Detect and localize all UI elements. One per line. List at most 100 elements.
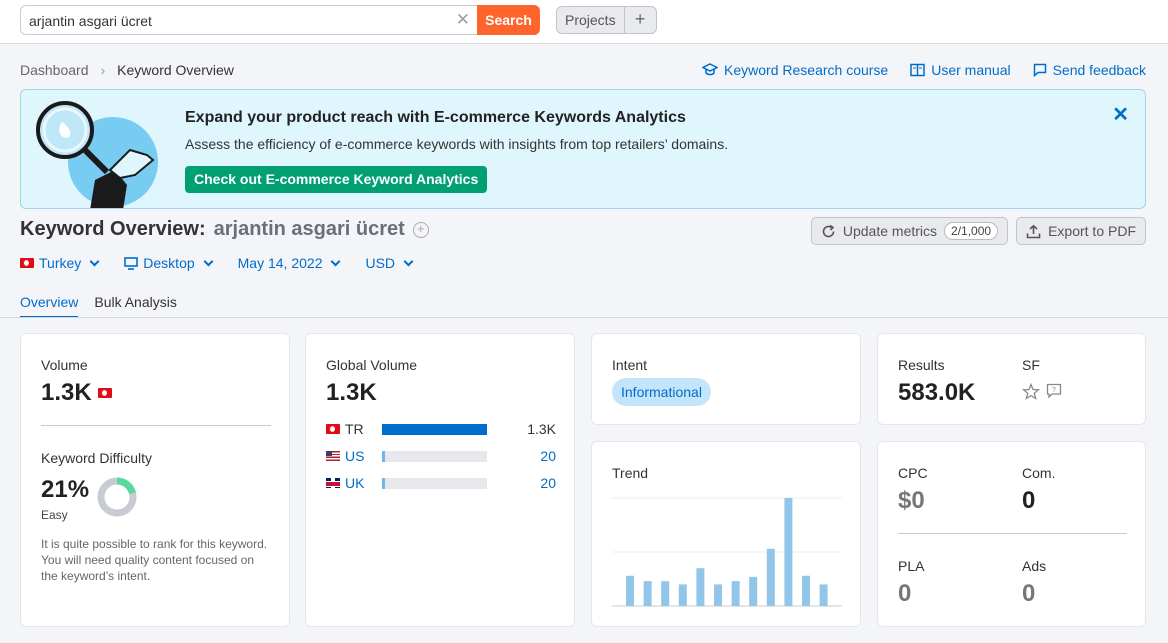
country-volume: 1.3K xyxy=(527,421,556,437)
intent-card: Intent Informational xyxy=(591,333,861,425)
ecommerce-cta-button[interactable]: Check out E-commerce Keyword Analytics xyxy=(185,166,488,193)
page-actions: Update metrics 2/1,000 Export to PDF xyxy=(810,217,1146,245)
add-circle-icon[interactable]: + xyxy=(412,221,429,238)
trend-bar[interactable] xyxy=(749,576,758,606)
date-select[interactable]: May 14, 2022 xyxy=(237,255,341,271)
breadcrumb: Dashboard › Keyword Overview xyxy=(20,62,234,78)
trend-bar[interactable] xyxy=(819,584,828,606)
tabs: Overview Bulk Analysis xyxy=(20,294,177,318)
help-links: Keyword Research course User manual Send… xyxy=(702,62,1146,78)
global-volume-row[interactable]: US 20 xyxy=(326,448,556,464)
uk-flag-icon xyxy=(326,478,340,488)
turkey-flag-icon xyxy=(20,258,34,268)
page-title-label: Keyword Overview: xyxy=(20,218,206,240)
search-input[interactable] xyxy=(29,12,449,30)
country-volume[interactable]: 20 xyxy=(540,448,556,464)
trend-bar[interactable] xyxy=(731,581,740,606)
sf-label: SF xyxy=(1022,357,1040,373)
global-volume-label: Global Volume xyxy=(326,357,418,373)
metrics-counter: 2/1,000 xyxy=(944,222,999,240)
update-metrics-button[interactable]: Update metrics 2/1,000 xyxy=(810,217,1009,245)
country-value: Turkey xyxy=(39,255,82,271)
chevron-right-icon: › xyxy=(100,62,106,78)
export-pdf-button[interactable]: Export to PDF xyxy=(1016,217,1146,245)
trend-bar[interactable] xyxy=(766,548,775,606)
cpc-label: CPC xyxy=(898,465,928,481)
device-select[interactable]: Desktop xyxy=(124,255,214,271)
global-volume-row[interactable]: UK 20 xyxy=(326,475,556,491)
cpc-value: $0 xyxy=(898,487,925,514)
search-button[interactable]: Search xyxy=(477,5,540,35)
date-value: May 14, 2022 xyxy=(237,255,323,271)
chevron-down-icon xyxy=(203,256,214,266)
divider xyxy=(41,425,271,426)
com-label: Com. xyxy=(1022,465,1056,481)
volume-bar xyxy=(382,451,487,462)
trend-bar[interactable] xyxy=(696,568,705,606)
divider xyxy=(898,533,1127,534)
com-value: 0 xyxy=(1022,487,1036,514)
ads-value: 0 xyxy=(1022,580,1036,607)
trend-bar[interactable] xyxy=(626,575,634,606)
tab-bulk-analysis[interactable]: Bulk Analysis xyxy=(94,294,176,318)
chevron-down-icon xyxy=(89,256,100,266)
volume-value: 1.3K xyxy=(41,379,92,406)
device-value: Desktop xyxy=(143,255,195,271)
user-manual-link[interactable]: User manual xyxy=(910,62,1011,78)
clear-icon[interactable]: ✕ xyxy=(456,10,470,30)
trend-bar[interactable] xyxy=(643,581,652,606)
currency-value: USD xyxy=(365,255,396,271)
volume-bar xyxy=(382,478,487,489)
cpc-card: CPC $0 Com. 0 PLA 0 Ads 0 xyxy=(877,441,1146,627)
keyword-course-link[interactable]: Keyword Research course xyxy=(702,62,888,78)
us-flag-icon xyxy=(326,451,340,461)
close-icon[interactable]: ✕ xyxy=(1112,102,1129,127)
trend-bar[interactable] xyxy=(802,575,810,606)
global-volume-row: TR 1.3K xyxy=(326,421,556,437)
country-code: US xyxy=(345,448,365,464)
send-feedback-label: Send feedback xyxy=(1052,62,1146,78)
add-project-button[interactable]: + xyxy=(623,7,656,33)
global-volume-value: 1.3K xyxy=(326,379,377,406)
feedback-icon xyxy=(1033,63,1046,77)
banner-text: Assess the efficiency of e-commerce keyw… xyxy=(185,136,729,152)
projects-button[interactable]: Projects xyxy=(557,7,624,33)
trend-chart xyxy=(612,497,842,607)
trend-bar[interactable] xyxy=(661,581,670,606)
country-volume[interactable]: 20 xyxy=(540,475,556,491)
top-bar: ✕ Search Projects + xyxy=(0,0,1168,44)
export-pdf-label: Export to PDF xyxy=(1048,223,1136,239)
country-select[interactable]: Turkey xyxy=(20,255,100,271)
trend-bar[interactable] xyxy=(678,584,687,606)
tabs-divider xyxy=(0,317,1168,318)
kd-label: Keyword Difficulty xyxy=(41,450,153,466)
tab-overview[interactable]: Overview xyxy=(20,294,79,318)
trend-card: Trend xyxy=(591,441,861,627)
intent-badge: Informational xyxy=(612,378,711,406)
country-code: UK xyxy=(345,475,365,491)
kd-level: Easy xyxy=(41,508,68,522)
volume-label: Volume xyxy=(41,357,88,373)
breadcrumb-dashboard[interactable]: Dashboard xyxy=(20,62,89,78)
filters: Turkey Desktop May 14, 2022 USD xyxy=(20,255,414,271)
chevron-down-icon xyxy=(331,256,341,266)
question-box-icon: ? xyxy=(1046,383,1062,399)
global-volume-card: Global Volume 1.3K TR 1.3K US 20 UK 20 xyxy=(305,333,575,627)
user-manual-label: User manual xyxy=(931,62,1011,78)
pla-label: PLA xyxy=(898,558,925,574)
trend-bar[interactable] xyxy=(784,498,793,606)
volume-bar xyxy=(382,424,487,435)
page-title: Keyword Overview: arjantin asgari ücret … xyxy=(20,218,429,241)
turkey-flag-icon xyxy=(97,388,112,398)
refresh-icon xyxy=(822,224,835,237)
send-feedback-link[interactable]: Send feedback xyxy=(1033,62,1146,78)
breadcrumb-current: Keyword Overview xyxy=(117,62,234,78)
currency-select[interactable]: USD xyxy=(365,255,414,271)
projects-group: Projects + xyxy=(556,6,657,34)
svg-text:?: ? xyxy=(1052,387,1056,394)
star-icon xyxy=(1022,383,1040,400)
promo-banner: Expand your product reach with E-commerc… xyxy=(20,89,1146,209)
trend-bar[interactable] xyxy=(714,584,722,606)
kd-value: 21% xyxy=(41,476,90,503)
search-box[interactable]: ✕ xyxy=(20,5,478,35)
